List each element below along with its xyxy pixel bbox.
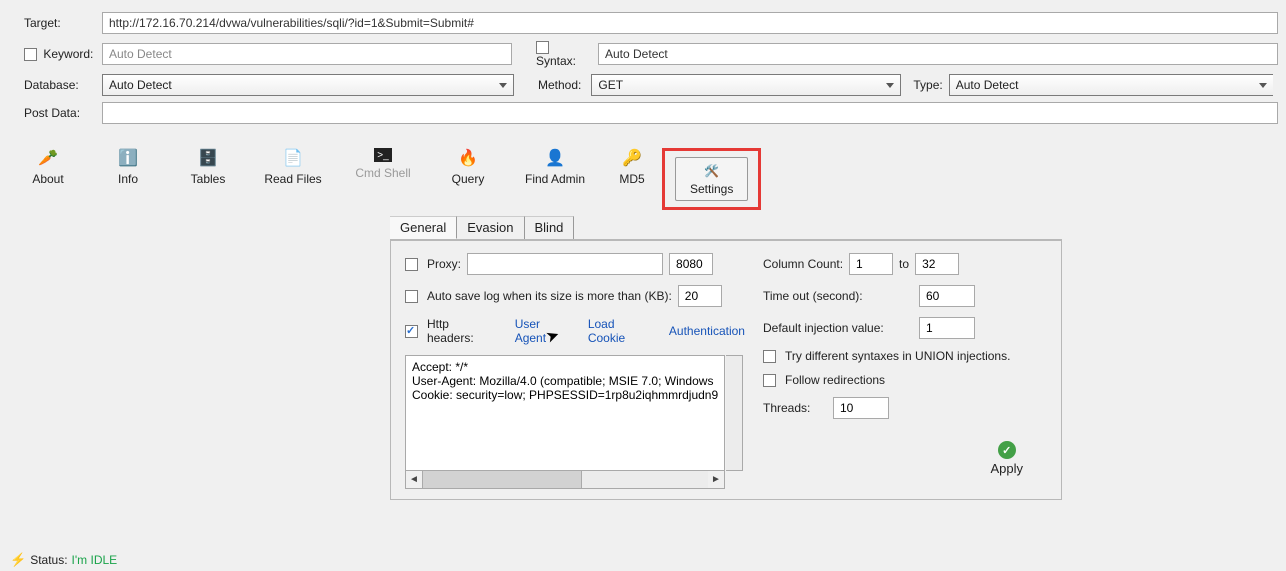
textarea-vertical-scroll[interactable] xyxy=(726,355,743,471)
proxy-port-input[interactable] xyxy=(669,253,713,275)
type-label: Type: xyxy=(913,78,942,92)
scroll-thumb[interactable] xyxy=(422,471,582,488)
threads-input[interactable] xyxy=(833,397,889,419)
method-value: GET xyxy=(598,78,623,92)
file-icon: 📄 xyxy=(283,148,303,168)
timeout-label: Time out (second): xyxy=(763,289,913,303)
autosave-input[interactable] xyxy=(678,285,722,307)
load-cookie-link[interactable]: Load Cookie xyxy=(588,317,655,345)
tools-icon: 🛠️ xyxy=(703,162,721,180)
post-data-input[interactable] xyxy=(102,102,1278,124)
status-bar: ⚡ Status: I'm IDLE xyxy=(6,549,121,571)
follow-redir-label: Follow redirections xyxy=(785,373,885,387)
scroll-right-arrow[interactable]: ► xyxy=(708,471,724,488)
target-input[interactable] xyxy=(102,12,1278,34)
read-files-label: Read Files xyxy=(250,172,336,186)
threads-label: Threads: xyxy=(763,401,827,415)
syntax-checkbox-wrap: Syntax: xyxy=(536,40,588,68)
md5-button[interactable]: 🔑 MD5 xyxy=(602,148,662,210)
method-dropdown[interactable]: GET xyxy=(591,74,901,96)
try-syntax-label: Try different syntaxes in UNION injectio… xyxy=(785,349,1010,363)
proxy-checkbox[interactable] xyxy=(405,258,418,271)
type-value: Auto Detect xyxy=(956,78,1019,92)
apply-label: Apply xyxy=(990,461,1023,476)
follow-redir-checkbox[interactable] xyxy=(763,374,776,387)
read-files-button[interactable]: 📄 Read Files xyxy=(248,148,338,210)
cmd-shell-button: >_ Cmd Shell xyxy=(338,148,428,210)
admin-icon: 👤 xyxy=(545,148,565,168)
tab-blind[interactable]: Blind xyxy=(525,216,575,239)
terminal-icon: >_ xyxy=(374,148,392,162)
about-button[interactable]: 🥕 About xyxy=(8,148,88,210)
authentication-link[interactable]: Authentication xyxy=(669,324,745,338)
tab-evasion[interactable]: Evasion xyxy=(457,216,524,239)
query-icon: 🔥 xyxy=(458,148,478,168)
proxy-host-input[interactable] xyxy=(467,253,663,275)
keyword-checkbox-label: Keyword: xyxy=(24,47,96,61)
default-inj-input[interactable] xyxy=(919,317,975,339)
info-button[interactable]: ℹ️ Info xyxy=(88,148,168,210)
timeout-input[interactable] xyxy=(919,285,975,307)
post-data-label: Post Data: xyxy=(24,106,96,120)
settings-highlight-box: 🛠️ Settings xyxy=(662,148,761,210)
status-label: Status: xyxy=(30,553,67,567)
settings-label: Settings xyxy=(690,182,733,196)
tables-icon: 🗄️ xyxy=(198,148,218,168)
tables-button[interactable]: 🗄️ Tables xyxy=(168,148,248,210)
toolbar: 🥕 About ℹ️ Info 🗄️ Tables 📄 Read Files >… xyxy=(0,134,1286,210)
check-icon: ✓ xyxy=(998,441,1016,459)
col-count-label: Column Count: xyxy=(763,257,843,271)
settings-button[interactable]: 🛠️ Settings xyxy=(675,157,748,201)
query-label: Query xyxy=(430,172,506,186)
info-label: Info xyxy=(90,172,166,186)
keyword-label-text: Keyword: xyxy=(43,47,93,61)
col-to-label: to xyxy=(899,257,909,271)
status-value: I'm IDLE xyxy=(72,553,118,567)
syntax-input[interactable] xyxy=(598,43,1278,65)
col-from-input[interactable] xyxy=(849,253,893,275)
database-dropdown[interactable]: Auto Detect xyxy=(102,74,514,96)
headers-label: Http headers: xyxy=(427,317,499,345)
headers-checkbox[interactable] xyxy=(405,325,418,338)
info-icon: ℹ️ xyxy=(118,148,138,168)
syntax-label: Syntax: xyxy=(536,54,576,68)
settings-tabs: General Evasion Blind xyxy=(390,216,1062,239)
status-icon: ⚡ xyxy=(10,552,26,568)
proxy-label: Proxy: xyxy=(427,257,461,271)
key-icon: 🔑 xyxy=(622,148,642,168)
md5-label: MD5 xyxy=(604,172,660,186)
find-admin-label: Find Admin xyxy=(510,172,600,186)
about-label: About xyxy=(10,172,86,186)
default-inj-label: Default injection value: xyxy=(763,321,913,335)
database-value: Auto Detect xyxy=(109,78,172,92)
apply-button[interactable]: ✓ Apply xyxy=(990,441,1023,476)
find-admin-button[interactable]: 👤 Find Admin xyxy=(508,148,602,210)
keyword-checkbox[interactable] xyxy=(24,48,37,61)
scroll-track[interactable] xyxy=(422,471,708,488)
http-headers-textarea[interactable] xyxy=(405,355,725,471)
tab-general[interactable]: General xyxy=(390,216,457,239)
method-label: Method: xyxy=(538,78,581,92)
target-label: Target: xyxy=(24,16,96,30)
autosave-checkbox[interactable] xyxy=(405,290,418,303)
col-to-input[interactable] xyxy=(915,253,959,275)
keyword-input[interactable] xyxy=(102,43,512,65)
syntax-checkbox[interactable] xyxy=(536,41,549,54)
user-agent-link[interactable]: User Agent xyxy=(515,317,574,345)
database-label: Database: xyxy=(24,78,96,92)
cmd-shell-label: Cmd Shell xyxy=(340,166,426,180)
about-icon: 🥕 xyxy=(38,148,58,168)
tables-label: Tables xyxy=(170,172,246,186)
autosave-label: Auto save log when its size is more than… xyxy=(427,289,672,303)
try-syntax-checkbox[interactable] xyxy=(763,350,776,363)
type-dropdown[interactable]: Auto Detect xyxy=(949,74,1273,96)
textarea-horizontal-scroll[interactable]: ◄ ► xyxy=(405,471,725,489)
scroll-left-arrow[interactable]: ◄ xyxy=(406,471,422,488)
query-button[interactable]: 🔥 Query xyxy=(428,148,508,210)
